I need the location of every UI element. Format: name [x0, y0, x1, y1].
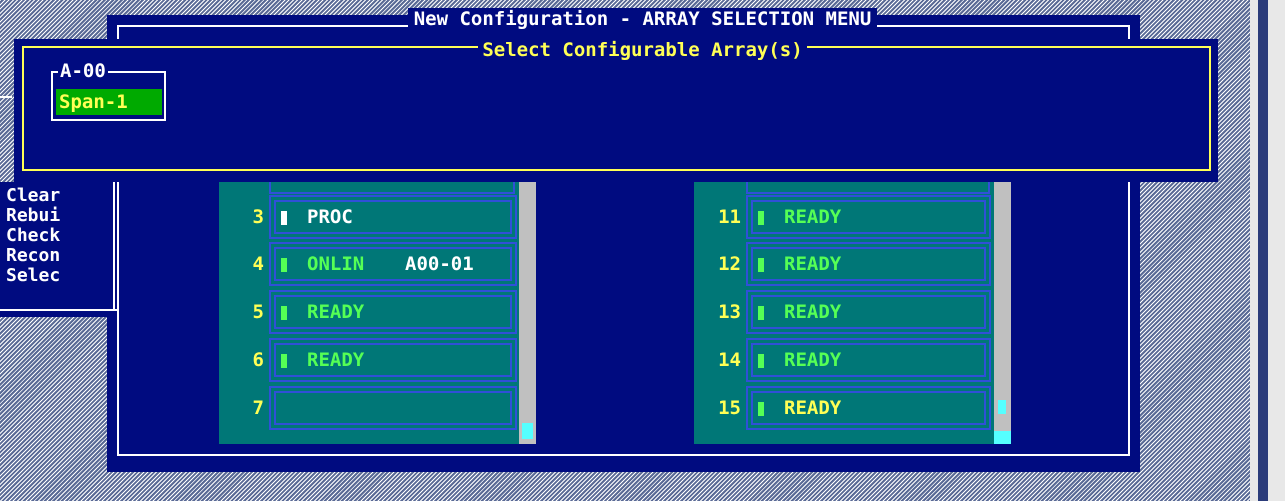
drive-status: READY — [784, 301, 842, 323]
drive-status-icon — [758, 258, 764, 272]
drive-status: READY — [307, 301, 365, 323]
drive-status: ONLIN — [307, 253, 365, 275]
drive-slot[interactable]: 3 PROC — [220, 195, 517, 239]
select-array-dialog-frame — [22, 46, 1211, 171]
drive-status-icon — [281, 306, 287, 320]
drive-slot[interactable]: 12 READY — [697, 242, 994, 286]
left-menu-panel: Clear Rebui Check Recon Selec — [0, 182, 117, 317]
drive-slot[interactable]: 11 READY — [697, 195, 994, 239]
array-group-label: A-00 — [58, 60, 108, 82]
menu-divider — [0, 96, 12, 98]
drive-slot[interactable]: 5 READY — [220, 290, 517, 334]
drive-slot-empty[interactable]: 7 — [220, 386, 517, 430]
drive-status: READY — [784, 349, 842, 371]
drive-status: PROC — [307, 206, 353, 228]
dialog-title: Select Configurable Array(s) — [0, 39, 1285, 61]
drive-slot-selected[interactable]: 15 READY — [697, 386, 994, 430]
drive-status: READY — [784, 397, 842, 419]
right-edge-strip — [1250, 0, 1285, 501]
drive-status-icon — [758, 211, 764, 225]
drive-slot[interactable]: 6 READY — [220, 338, 517, 382]
menu-item-rebuild[interactable]: Rebui — [6, 206, 60, 225]
right-scroll-down-arrow-icon[interactable] — [994, 431, 1011, 444]
drive-status-icon — [281, 211, 287, 225]
left-scroll-down-arrow-icon[interactable] — [522, 423, 533, 439]
menu-item-reconstruct[interactable]: Recon — [6, 246, 60, 265]
menu-item-clear[interactable]: Clear — [6, 186, 60, 205]
drive-status-icon — [758, 402, 764, 416]
menu-item-select[interactable]: Selec — [6, 266, 60, 285]
window-title: New Configuration - ARRAY SELECTION MENU — [0, 8, 1285, 30]
drive-status-icon — [281, 354, 287, 368]
span-1-button[interactable]: Span-1 — [56, 89, 162, 115]
drive-status: READY — [307, 349, 365, 371]
drive-slot[interactable]: 4 ONLIN A00-01 — [220, 242, 517, 286]
drive-status: READY — [784, 206, 842, 228]
drive-array-assignment: A00-01 — [405, 253, 474, 275]
drive-slot[interactable]: 13 READY — [697, 290, 994, 334]
left-scrollbar[interactable] — [519, 182, 536, 444]
right-scroll-thumb[interactable] — [998, 400, 1006, 414]
drive-status: READY — [784, 253, 842, 275]
menu-item-check[interactable]: Check — [6, 226, 60, 245]
drive-status-icon — [758, 354, 764, 368]
desktop: { "window": { "title": "New Configuratio… — [0, 0, 1285, 501]
drive-status-icon — [281, 258, 287, 272]
drive-status-icon — [758, 306, 764, 320]
drive-slot[interactable]: 14 READY — [697, 338, 994, 382]
